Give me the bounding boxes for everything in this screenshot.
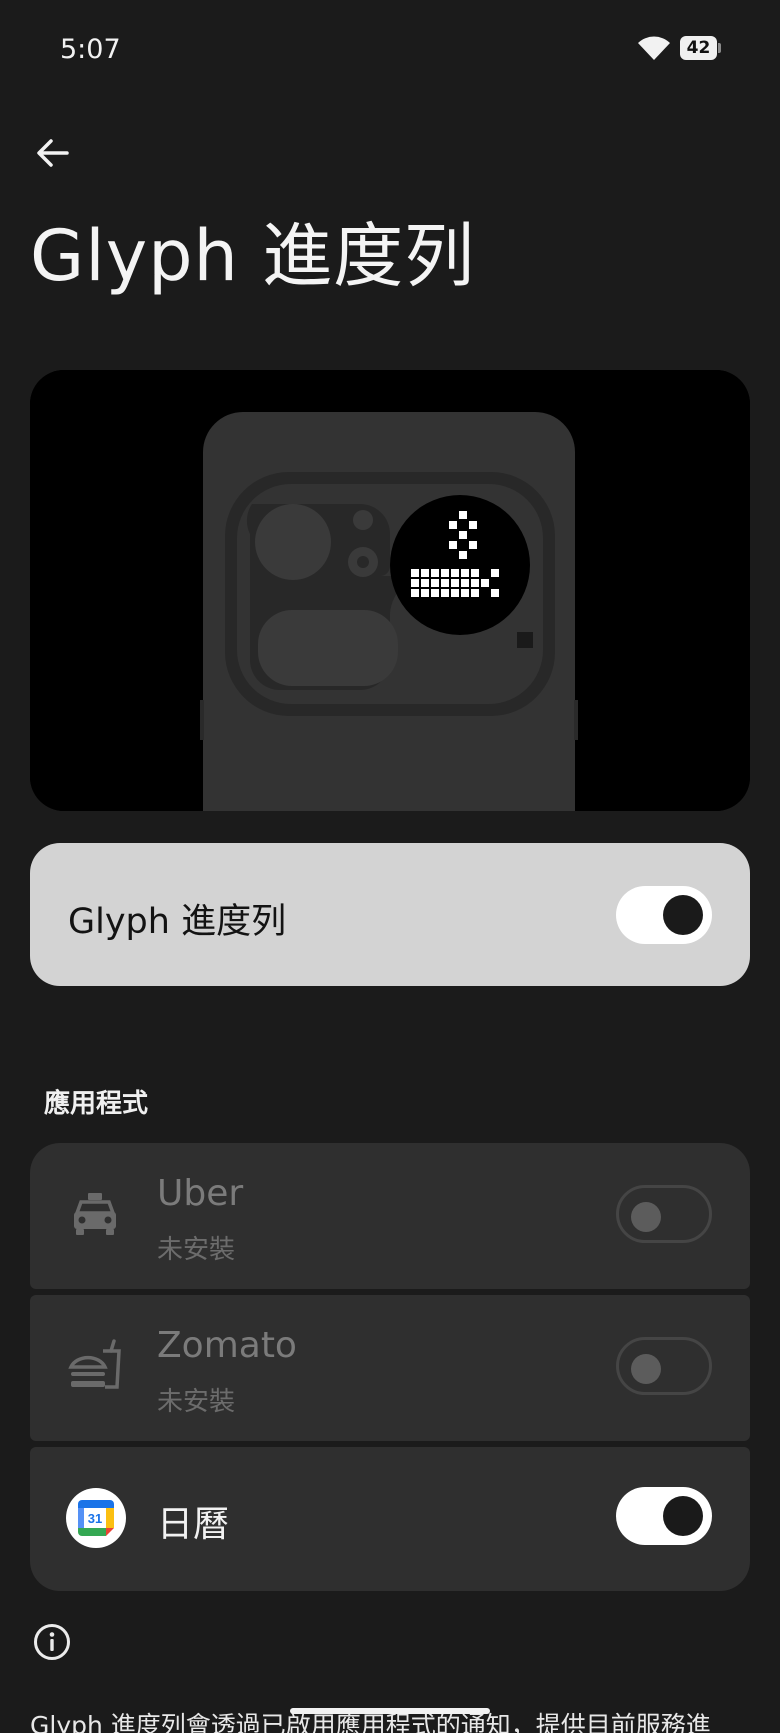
status-time: 5:07 — [60, 34, 121, 65]
glyph-progress-settings-page: 5:07 42 Glyph 進度列 Glyph 進度列 應用程式 Uber 未安… — [0, 0, 780, 1733]
app-name: 日曆 — [157, 1504, 230, 1545]
calendar-toggle[interactable] — [616, 1487, 712, 1545]
toggle-knob — [663, 1496, 703, 1536]
home-indicator[interactable] — [290, 1708, 490, 1714]
toggle-knob — [631, 1354, 661, 1384]
app-row-calendar[interactable]: 31 日曆 — [30, 1447, 750, 1591]
app-row-zomato[interactable]: Zomato 未安裝 — [30, 1295, 750, 1441]
food-icon — [66, 1338, 124, 1396]
app-status: 未安裝 — [157, 1387, 236, 1417]
google-calendar-icon: 31 — [66, 1488, 126, 1548]
zomato-toggle[interactable] — [616, 1337, 712, 1395]
glyph-progress-label: Glyph 進度列 — [68, 902, 287, 942]
taxi-icon — [66, 1186, 124, 1244]
app-row-uber[interactable]: Uber 未安裝 — [30, 1143, 750, 1289]
calendar-date-number: 31 — [88, 1511, 102, 1526]
glyph-progress-toggle[interactable] — [616, 886, 712, 944]
back-arrow-icon — [37, 139, 69, 167]
battery-icon: 42 — [680, 36, 722, 60]
uber-toggle[interactable] — [616, 1185, 712, 1243]
phone-glyph-illustration — [30, 370, 750, 811]
toggle-knob — [631, 1202, 661, 1232]
info-icon — [34, 1624, 70, 1660]
apps-section-label: 應用程式 — [44, 1089, 149, 1119]
preview-image — [30, 370, 750, 811]
app-name: Uber — [157, 1173, 244, 1214]
glyph-progress-master-row[interactable]: Glyph 進度列 — [30, 843, 750, 986]
page-title: Glyph 進度列 — [30, 215, 476, 297]
wifi-icon — [638, 36, 670, 60]
battery-level: 42 — [686, 38, 711, 58]
back-button[interactable] — [30, 130, 76, 176]
app-name: Zomato — [157, 1325, 297, 1366]
status-bar: 5:07 42 — [0, 0, 780, 100]
toggle-knob — [663, 895, 703, 935]
app-status: 未安裝 — [157, 1235, 236, 1265]
